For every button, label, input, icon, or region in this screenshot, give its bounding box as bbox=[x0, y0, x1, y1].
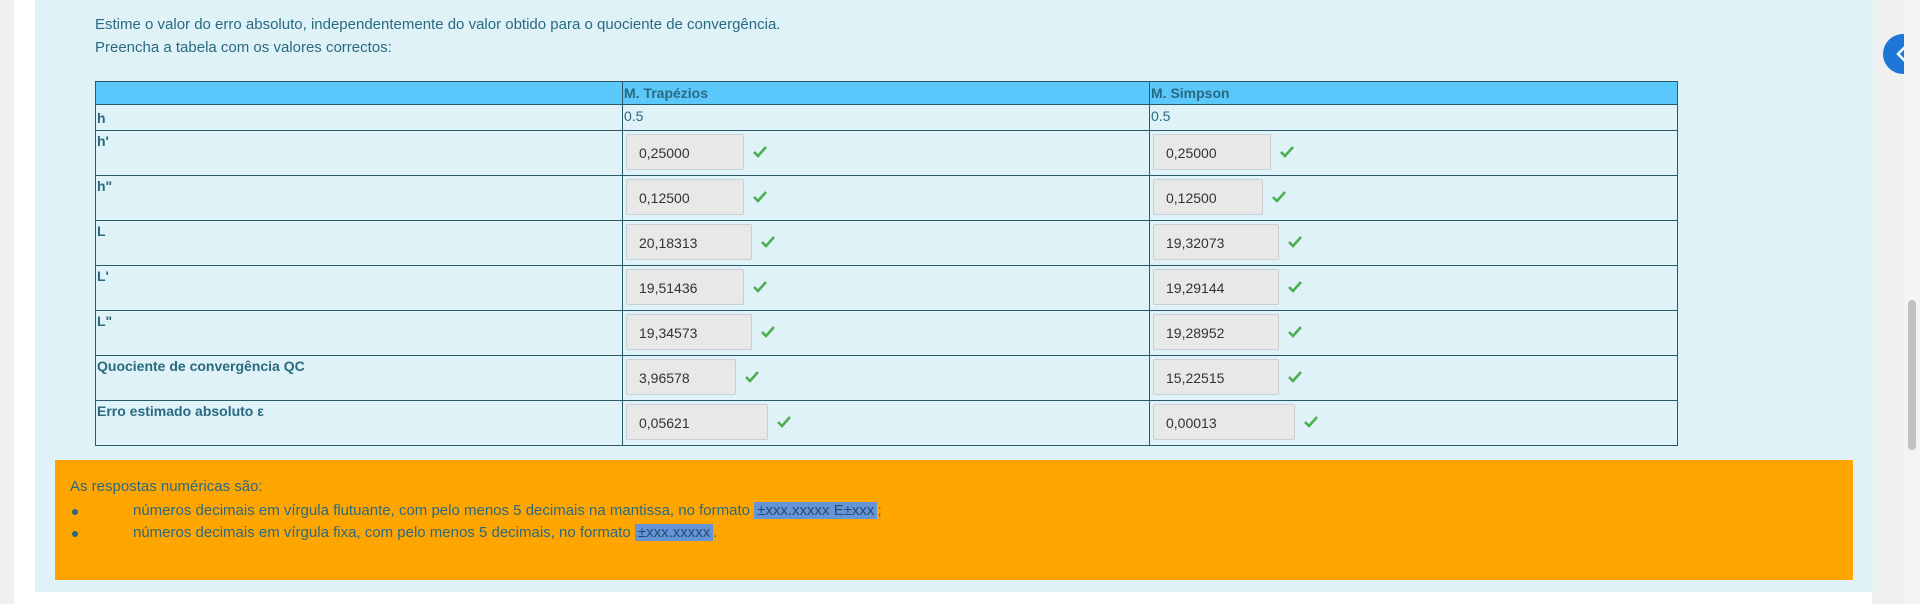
row-label: L bbox=[95, 220, 623, 266]
list-item: números decimais em vírgula fixa, com pe… bbox=[70, 522, 882, 544]
instruction-text: Preencha a tabela com os valores correct… bbox=[95, 39, 392, 56]
answer-cell: 19,51436 bbox=[622, 265, 1150, 311]
answer-input[interactable]: 0,25000 bbox=[626, 134, 744, 170]
table-row: h" 0,12500 0,12500 bbox=[95, 175, 1678, 221]
answer-input[interactable]: 0,12500 bbox=[626, 179, 744, 215]
column-header bbox=[95, 81, 623, 105]
row-label: L" bbox=[95, 310, 623, 356]
answer-input[interactable]: 20,18313 bbox=[626, 224, 752, 260]
row-label: Erro estimado absoluto ε bbox=[95, 400, 623, 446]
answer-input[interactable]: 0,05621 bbox=[626, 404, 768, 440]
answer-cell: 0,05621 bbox=[622, 400, 1150, 446]
note-heading: As respostas numéricas são: bbox=[70, 478, 263, 495]
table-row: h 0.5 0.5 bbox=[95, 104, 1678, 131]
column-header: M. Simpson bbox=[1149, 81, 1678, 105]
answer-cell: 19,34573 bbox=[622, 310, 1150, 356]
answer-input[interactable]: 3,96578 bbox=[626, 359, 736, 395]
format-code: ±xxx.xxxxx E±xxx bbox=[754, 502, 878, 519]
table-header-row: M. Trapézios M. Simpson bbox=[95, 81, 1678, 105]
bullet-icon bbox=[72, 509, 78, 515]
table-row: L' 19,51436 19,29144 bbox=[95, 265, 1678, 311]
answer-input[interactable]: 0,00013 bbox=[1153, 404, 1295, 440]
answer-cell: 19,29144 bbox=[1149, 265, 1678, 311]
check-icon bbox=[1288, 236, 1302, 248]
list-item: números decimais em vírgula flutuante, c… bbox=[70, 500, 882, 522]
row-label: Quociente de convergência QC bbox=[95, 355, 623, 401]
format-code: ±xxx.xxxxx bbox=[634, 524, 714, 541]
answer-cell: 19,32073 bbox=[1149, 220, 1678, 266]
answer-input[interactable]: 19,32073 bbox=[1153, 224, 1279, 260]
note-text: números decimais em vírgula fixa, com pe… bbox=[133, 524, 635, 541]
answer-cell: 20,18313 bbox=[622, 220, 1150, 266]
format-note: As respostas numéricas são: números deci… bbox=[55, 460, 1853, 580]
answer-cell: 0,25000 bbox=[622, 130, 1150, 176]
note-list: números decimais em vírgula flutuante, c… bbox=[70, 500, 882, 544]
check-icon bbox=[1280, 146, 1294, 158]
table-row: L" 19,34573 19,28952 bbox=[95, 310, 1678, 356]
answer-input[interactable]: 19,28952 bbox=[1153, 314, 1279, 350]
row-label: h" bbox=[95, 175, 623, 221]
check-icon bbox=[777, 416, 791, 428]
answer-cell: 0,12500 bbox=[1149, 175, 1678, 221]
answer-input[interactable]: 19,51436 bbox=[626, 269, 744, 305]
row-label: h bbox=[95, 104, 623, 131]
answer-input[interactable]: 0,12500 bbox=[1153, 179, 1263, 215]
check-icon bbox=[1288, 371, 1302, 383]
answer-cell: 3,96578 bbox=[622, 355, 1150, 401]
answer-cell: 15,22515 bbox=[1149, 355, 1678, 401]
table-row: Erro estimado absoluto ε 0,05621 0,00013 bbox=[95, 400, 1678, 446]
column-header: M. Trapézios bbox=[622, 81, 1150, 105]
table-row: L 20,18313 19,32073 bbox=[95, 220, 1678, 266]
bullet-icon bbox=[72, 531, 78, 537]
check-icon bbox=[1272, 191, 1286, 203]
check-icon bbox=[753, 191, 767, 203]
answer-cell: 0,00013 bbox=[1149, 400, 1678, 446]
cell-value: 0.5 bbox=[622, 104, 1150, 131]
row-label: h' bbox=[95, 130, 623, 176]
check-icon bbox=[1288, 326, 1302, 338]
row-label: L' bbox=[95, 265, 623, 311]
answer-input[interactable]: 15,22515 bbox=[1153, 359, 1279, 395]
check-icon bbox=[761, 326, 775, 338]
table-row: h' 0,25000 0,25000 bbox=[95, 130, 1678, 176]
note-text: números decimais em vírgula flutuante, c… bbox=[133, 502, 755, 519]
answer-table: M. Trapézios M. Simpson h 0.5 0.5 h' 0,25… bbox=[95, 81, 1678, 446]
check-icon bbox=[761, 236, 775, 248]
answer-input[interactable]: 19,29144 bbox=[1153, 269, 1279, 305]
answer-cell: 0,25000 bbox=[1149, 130, 1678, 176]
table-row: Quociente de convergência QC 3,96578 15,22… bbox=[95, 355, 1678, 401]
scrollbar-thumb[interactable] bbox=[1908, 300, 1916, 450]
note-end: ; bbox=[877, 502, 882, 519]
answer-input[interactable]: 19,34573 bbox=[626, 314, 752, 350]
cell-value: 0.5 bbox=[1149, 104, 1678, 131]
answer-cell: 19,28952 bbox=[1149, 310, 1678, 356]
check-icon bbox=[745, 371, 759, 383]
check-icon bbox=[1288, 281, 1302, 293]
check-icon bbox=[753, 281, 767, 293]
check-icon bbox=[1304, 416, 1318, 428]
note-end: . bbox=[713, 524, 718, 541]
answer-cell: 0,12500 bbox=[622, 175, 1150, 221]
instruction-text: Estime o valor do erro absoluto, indepen… bbox=[95, 16, 781, 33]
answer-input[interactable]: 0,25000 bbox=[1153, 134, 1271, 170]
check-icon bbox=[753, 146, 767, 158]
